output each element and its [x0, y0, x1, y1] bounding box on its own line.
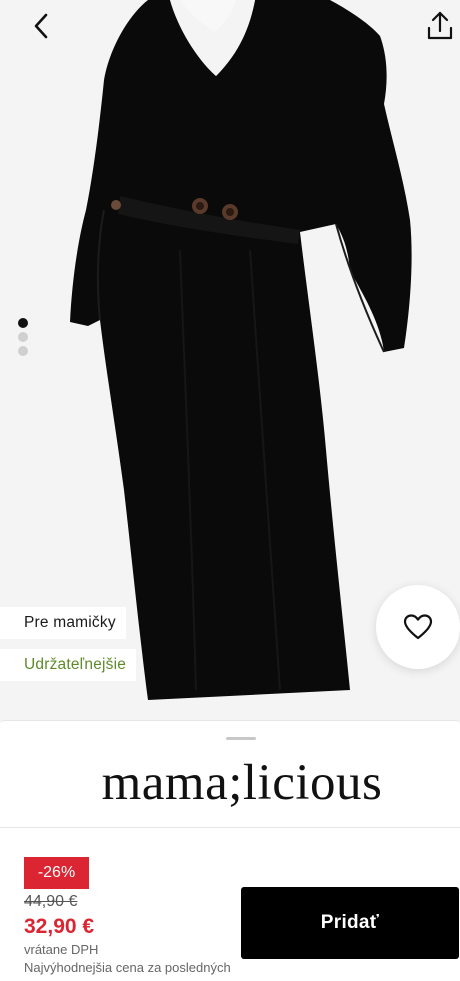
- heart-icon: [403, 614, 433, 640]
- sale-price: 32,90 €: [24, 915, 95, 938]
- discount-badge: -26%: [24, 857, 89, 889]
- original-price: 44,90 €: [24, 893, 78, 910]
- favorite-button[interactable]: [376, 585, 460, 669]
- gallery-pagination[interactable]: [18, 318, 28, 356]
- chevron-left-icon: [34, 13, 48, 39]
- sustainable-tag[interactable]: Udržateľnejšie: [0, 649, 137, 681]
- product-info-sheet[interactable]: mama;licious -26% 44,90 € 32,90 € vrátan…: [0, 720, 460, 981]
- vat-note: vrátane DPH: [24, 942, 99, 957]
- maternity-tag: Pre mamičky: [0, 607, 126, 639]
- back-button[interactable]: [20, 4, 64, 48]
- sheet-drag-handle[interactable]: [226, 737, 256, 740]
- add-to-cart-button[interactable]: Pridať: [241, 887, 459, 959]
- lowest-price-note: Najvýhodnejšia cena za posledných: [24, 960, 231, 975]
- divider: [0, 827, 460, 828]
- pagination-dot-active[interactable]: [18, 318, 28, 328]
- product-image-gallery[interactable]: Pre mamičky Udržateľnejšie: [0, 0, 460, 722]
- brand-logo[interactable]: mama;licious: [0, 753, 460, 813]
- pagination-dot[interactable]: [18, 346, 28, 356]
- share-icon: [427, 11, 453, 40]
- share-button[interactable]: [418, 4, 460, 48]
- pagination-dot[interactable]: [18, 332, 28, 342]
